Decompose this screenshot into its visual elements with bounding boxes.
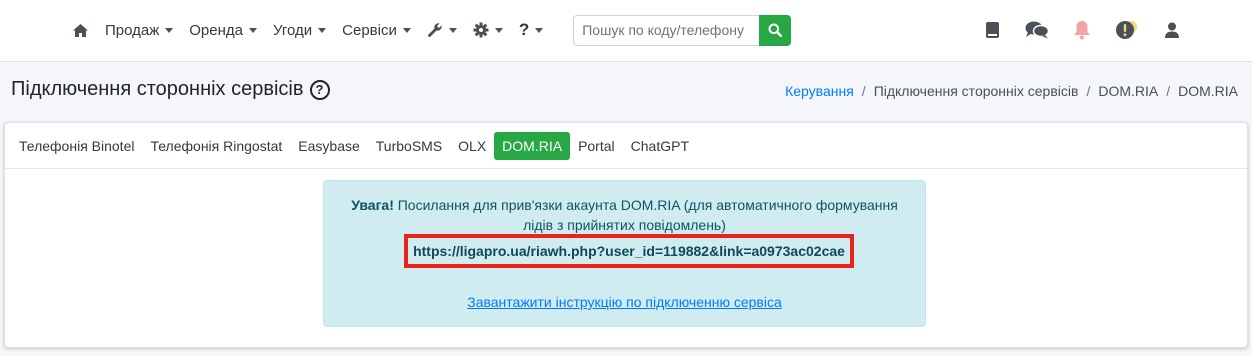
download-instruction-link[interactable]: Завантажити інструкцію по підключенню се… [324,294,925,310]
page-title-text: Підключення сторонніх сервісів [11,78,304,100]
breadcrumb-item-services: Підключення сторонніх сервісів [873,83,1079,99]
tab-ringostat[interactable]: Телефонія Ringostat [142,132,290,160]
wrench-icon [427,23,442,37]
tab-olx[interactable]: OLX [450,132,494,160]
alert-text: Посилання для прив'язки акаунта DOM.RIA … [393,197,898,233]
search-form [573,14,792,46]
chevron-down-icon [249,27,257,33]
breadcrumb-item-management[interactable]: Керування [785,83,854,99]
chevron-down-icon [402,27,411,33]
service-tabs: Телефонія Binotel Телефонія Ringostat Ea… [5,123,1247,169]
tab-domria[interactable]: DOM.RIA [494,131,571,160]
alert-strong: Увага! [351,197,394,213]
warning-icon [1116,21,1137,39]
chevron-down-icon [448,27,457,33]
tab-binotel[interactable]: Телефонія Binotel [11,132,142,160]
breadcrumb: Керування / Підключення сторонніх сервіс… [785,83,1238,99]
gear-icon [473,22,489,38]
chevron-down-icon [318,27,327,33]
breadcrumb-separator: / [1166,83,1171,99]
menu-help[interactable]: ? [511,14,551,46]
chevron-down-icon [494,27,503,33]
content-header: Підключення сторонніх сервісів ? Керуван… [0,63,1252,117]
menu-rent-label: Оренда [189,21,243,39]
warning-button[interactable] [1115,18,1139,42]
navbar-right-icons [980,14,1184,46]
page-title: Підключення сторонніх сервісів ? [11,78,330,101]
search-icon [768,23,783,37]
breadcrumb-item-domria: DOM.RIA [1098,83,1159,99]
bell-icon [1074,21,1090,40]
home-link[interactable] [64,14,97,46]
search-input[interactable] [573,14,760,46]
book-button[interactable] [980,18,1004,42]
menu-deals[interactable]: Угоди [265,14,334,46]
breadcrumb-separator: / [1086,83,1091,99]
user-icon [1165,22,1179,38]
tab-easybase[interactable]: Easybase [290,132,367,160]
menu-services[interactable]: Сервіси [334,14,419,46]
main-menu: Продаж Оренда Угоди Сервіси ? [64,14,792,46]
notifications-button[interactable] [1070,18,1094,42]
help-circle-icon[interactable]: ? [309,79,330,100]
book-icon [985,22,999,38]
help-label: ? [518,20,530,39]
tab-portal[interactable]: Portal [570,132,623,160]
menu-tools[interactable] [419,14,465,46]
chevron-down-icon [165,27,174,33]
menu-settings[interactable] [465,14,511,46]
top-navbar: Продаж Оренда Угоди Сервіси ? [0,0,1252,62]
search-button[interactable] [759,14,792,46]
chat-button[interactable] [1025,18,1049,42]
breadcrumb-item-current: DOM.RIA [1178,83,1238,99]
info-alert: Увага! Посилання для прив'язки акаунта D… [323,180,926,327]
services-card: Телефонія Binotel Телефонія Ringostat Ea… [4,122,1248,348]
webhook-link[interactable]: https://ligapro.ua/riawh.php?user_id=119… [404,234,854,268]
tab-turbosms[interactable]: TurboSMS [368,132,450,160]
menu-services-label: Сервіси [342,21,397,39]
menu-sales-label: Продаж [105,21,160,39]
chevron-down-icon [535,27,544,33]
menu-rent[interactable]: Оренда [181,14,265,46]
menu-sales[interactable]: Продаж [97,14,181,46]
menu-deals-label: Угоди [273,21,313,39]
chat-icon [1025,21,1049,39]
user-button[interactable] [1160,18,1184,42]
breadcrumb-separator: / [861,83,866,99]
alert-message: Увага! Посилання для прив'язки акаунта D… [324,195,925,235]
home-icon [73,23,88,37]
tab-chatgpt[interactable]: ChatGPT [623,132,697,160]
